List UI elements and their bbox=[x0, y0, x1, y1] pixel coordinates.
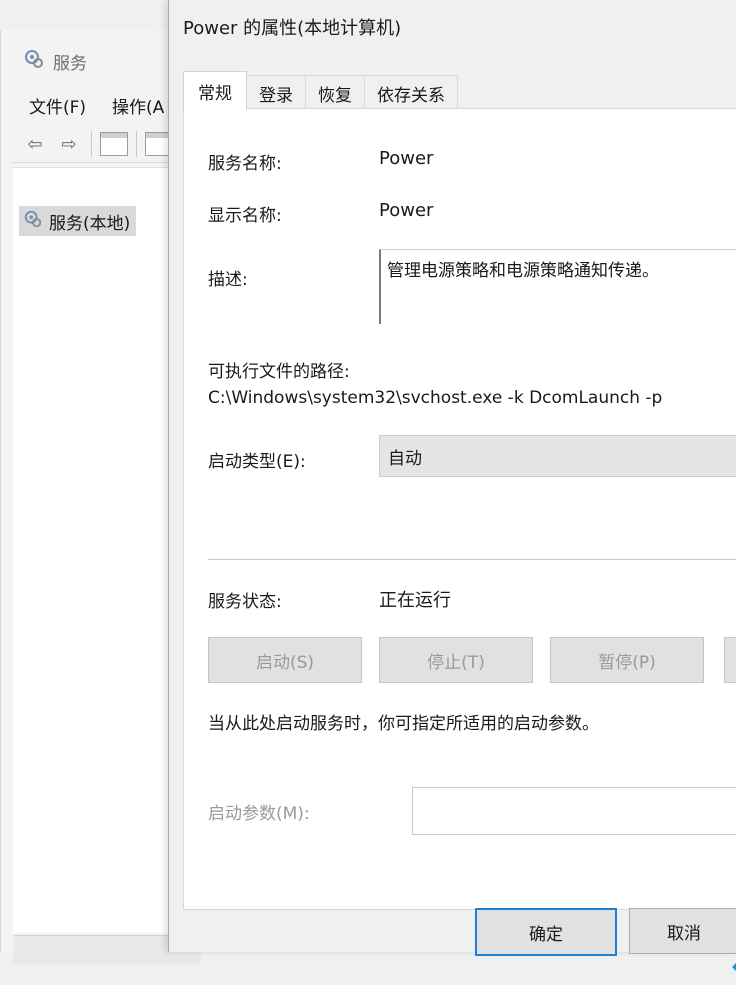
path-label: 可执行文件的路径: bbox=[208, 362, 350, 382]
startup-type-label: 启动类型(E): bbox=[208, 452, 306, 472]
tab-dependencies[interactable]: 依存关系 bbox=[364, 75, 458, 110]
display-name-label: 显示名称: bbox=[208, 206, 282, 226]
tab-strip: 常规 登录 恢复 依存关系 bbox=[183, 71, 458, 110]
pause-button[interactable]: 暂停(P) bbox=[550, 637, 704, 683]
resize-corner-icon bbox=[732, 949, 736, 985]
description-label: 描述: bbox=[208, 270, 248, 290]
menu-bar: 文件(F) 操作(A bbox=[11, 88, 164, 122]
start-params-hint: 当从此处启动服务时，你可指定所适用的启动参数。 bbox=[208, 714, 599, 734]
start-params-input[interactable] bbox=[412, 787, 736, 835]
service-name-label: 服务名称: bbox=[208, 154, 282, 174]
cancel-button[interactable]: 取消 bbox=[629, 908, 736, 954]
tab-general[interactable]: 常规 bbox=[183, 71, 247, 110]
description-box[interactable]: 管理电源策略和电源策略通知传递。 bbox=[379, 249, 736, 324]
resume-button[interactable] bbox=[724, 637, 736, 683]
startup-type-value: 自动 bbox=[388, 448, 422, 469]
console-tree-icon[interactable] bbox=[100, 132, 128, 156]
tab-logon[interactable]: 登录 bbox=[246, 75, 306, 110]
general-panel: 服务名称: Power 显示名称: Power 描述: 管理电源策略和电源策略通… bbox=[183, 108, 736, 985]
startup-type-select[interactable]: 自动 bbox=[379, 435, 736, 477]
ok-button[interactable]: 确定 bbox=[475, 908, 617, 956]
start-button[interactable]: 启动(S) bbox=[208, 637, 362, 683]
back-arrow-icon[interactable]: ⇦ bbox=[21, 131, 49, 157]
service-name-value: Power bbox=[379, 148, 434, 169]
toolbar-separator bbox=[91, 131, 92, 157]
description-text: 管理电源策略和电源策略通知传递。 bbox=[387, 261, 659, 281]
tree-item-services-local[interactable]: 服务(本地) bbox=[19, 206, 137, 236]
stop-button[interactable]: 停止(T) bbox=[379, 637, 533, 683]
tab-recovery[interactable]: 恢复 bbox=[305, 75, 365, 110]
display-name-value: Power bbox=[379, 200, 434, 221]
services-title-bar: 服务 bbox=[23, 48, 87, 74]
menu-action[interactable]: 操作(A bbox=[112, 93, 164, 118]
section-divider bbox=[208, 559, 736, 560]
service-status-value: 正在运行 bbox=[379, 590, 451, 611]
properties-dialog: Power 的属性(本地计算机) 常规 登录 恢复 依存关系 服务名称: Pow… bbox=[168, 0, 736, 985]
path-value: C:\Windows\system32\svchost.exe -k DcomL… bbox=[208, 388, 663, 408]
start-params-label: 启动参数(M): bbox=[208, 804, 310, 824]
services-icon bbox=[23, 209, 43, 234]
forward-arrow-icon[interactable]: ⇨ bbox=[55, 131, 83, 157]
services-icon bbox=[23, 48, 45, 75]
tree-item-label: 服务(本地) bbox=[49, 213, 131, 234]
menu-file[interactable]: 文件(F) bbox=[29, 93, 86, 118]
services-title: 服务 bbox=[53, 53, 87, 74]
dialog-title: Power 的属性(本地计算机) bbox=[183, 18, 402, 39]
toolbar-separator bbox=[136, 131, 137, 157]
service-status-label: 服务状态: bbox=[208, 592, 282, 612]
